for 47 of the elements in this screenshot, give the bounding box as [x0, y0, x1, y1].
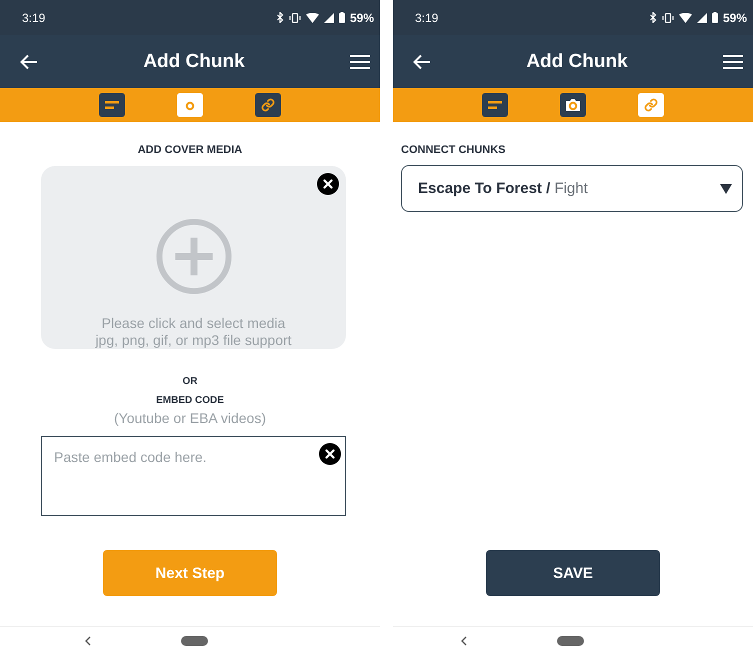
tab[interactable] — [255, 93, 281, 117]
battery-percent: 59% — [722, 10, 747, 24]
link-icon — [644, 98, 658, 112]
menu-icon[interactable] — [350, 54, 370, 70]
back-arrow-icon[interactable] — [20, 54, 38, 70]
battery-icon — [338, 12, 345, 23]
plus-circle-icon — [154, 218, 232, 295]
status-time: 3:19 — [22, 10, 46, 24]
chunk-select[interactable]: Escape To Forest / Fight — [401, 165, 743, 212]
bluetooth-icon — [276, 12, 284, 23]
section-heading: CONNECT CHUNKS — [400, 144, 506, 156]
wifi-icon — [678, 12, 692, 22]
tab[interactable] — [560, 93, 586, 117]
bluetooth-icon — [650, 12, 657, 23]
wifi-icon — [306, 12, 319, 22]
battery-icon — [712, 12, 718, 23]
tab[interactable] — [482, 93, 508, 117]
vibrate-icon — [288, 12, 301, 22]
tab[interactable] — [99, 93, 125, 117]
back-chevron-icon[interactable] — [461, 636, 467, 646]
back-arrow-icon[interactable] — [413, 54, 431, 70]
menu-icon[interactable] — [722, 54, 743, 70]
link-icon — [261, 98, 275, 112]
text-lines-icon — [105, 100, 119, 110]
home-pill-icon[interactable] — [181, 636, 208, 646]
close-button[interactable] — [317, 173, 339, 195]
signal-icon — [324, 12, 334, 22]
vibrate-icon — [662, 12, 674, 22]
back-chevron-icon[interactable] — [85, 636, 91, 646]
or-label: OR — [182, 376, 198, 387]
section-heading: EMBED CODE — [155, 395, 225, 406]
status-time: 3:19 — [415, 10, 438, 24]
home-pill-icon[interactable] — [557, 636, 584, 646]
section-heading: ADD COVER MEDIA — [136, 144, 244, 156]
text-lines-icon — [488, 100, 502, 110]
close-icon — [323, 179, 333, 189]
upload-hint: Please click and select media — [102, 315, 286, 332]
dropdown-caret-icon — [720, 184, 732, 194]
screen-title: Add Chunk — [143, 50, 245, 72]
battery-percent: 59% — [350, 10, 374, 24]
save-button[interactable]: SAVE — [486, 550, 660, 596]
embed-hint: (Youtube or EBA videos) — [112, 410, 268, 426]
screen-title: Add Chunk — [526, 50, 628, 72]
upload-hint: jpg, png, gif, or mp3 file support — [95, 332, 292, 349]
embed-code-field[interactable]: Paste embed code here. — [41, 436, 346, 516]
close-icon — [325, 449, 335, 459]
signal-icon — [696, 12, 707, 22]
